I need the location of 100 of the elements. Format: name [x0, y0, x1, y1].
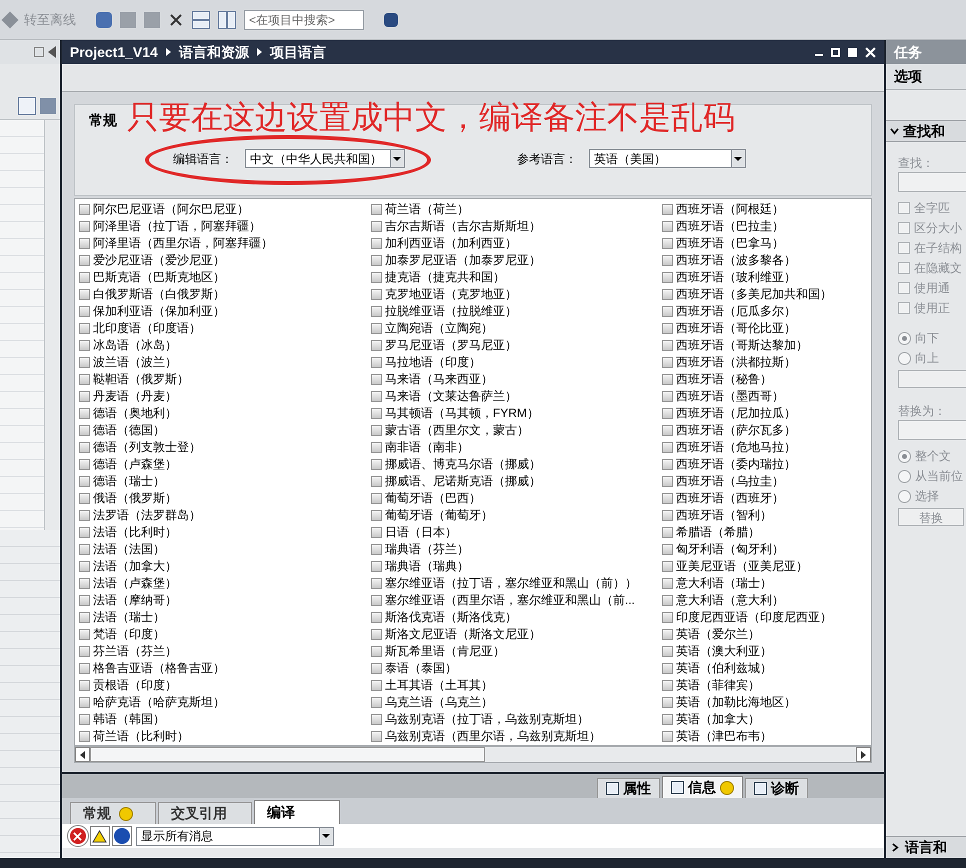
checkbox[interactable]: [370, 578, 382, 589]
checkbox[interactable]: [370, 510, 382, 521]
checkbox[interactable]: [78, 578, 90, 589]
find-button[interactable]: [898, 370, 966, 388]
checkbox[interactable]: [78, 289, 90, 300]
checkbox[interactable]: [898, 222, 910, 234]
split-horizontal-icon[interactable]: [192, 10, 210, 28]
checkbox[interactable]: [662, 663, 673, 674]
checkbox[interactable]: [662, 646, 673, 657]
checkbox[interactable]: [370, 595, 382, 606]
checkbox[interactable]: [370, 663, 382, 674]
checkbox[interactable]: [662, 357, 673, 368]
checkbox[interactable]: [662, 510, 673, 521]
checkbox[interactable]: [78, 493, 90, 504]
checkbox[interactable]: [78, 323, 90, 334]
checkbox[interactable]: [370, 289, 382, 300]
radio-button[interactable]: [898, 470, 912, 482]
checkbox[interactable]: [78, 204, 90, 215]
search-field[interactable]: <在项目中搜索>: [244, 10, 364, 30]
scroll-left-icon[interactable]: [74, 747, 90, 762]
checkbox[interactable]: [898, 282, 910, 294]
checkbox[interactable]: [662, 340, 673, 351]
checkbox[interactable]: [370, 544, 382, 555]
scroll-thumb[interactable]: [90, 747, 485, 762]
horizontal-scrollbar[interactable]: [74, 746, 872, 763]
checkbox[interactable]: [662, 374, 673, 385]
checkbox[interactable]: [662, 323, 673, 334]
checkbox[interactable]: [370, 629, 382, 640]
replace-field[interactable]: [898, 420, 966, 440]
checkbox[interactable]: [662, 544, 673, 555]
checkbox[interactable]: [78, 459, 90, 470]
checkbox[interactable]: [662, 595, 673, 606]
checkbox[interactable]: [662, 408, 673, 419]
checkbox[interactable]: [370, 527, 382, 538]
checkbox[interactable]: [78, 646, 90, 657]
checkbox[interactable]: [662, 578, 673, 589]
checkbox[interactable]: [662, 612, 673, 623]
checkbox[interactable]: [78, 510, 90, 521]
breadcrumb-item[interactable]: Project1_V14: [70, 42, 158, 62]
checkbox[interactable]: [662, 493, 673, 504]
checkbox[interactable]: [370, 255, 382, 266]
checkbox[interactable]: [78, 340, 90, 351]
checkbox[interactable]: [662, 238, 673, 249]
close-icon[interactable]: [168, 12, 184, 28]
radio-button[interactable]: [898, 332, 912, 344]
checkbox[interactable]: [78, 595, 90, 606]
minimize-icon[interactable]: [815, 54, 824, 56]
checkbox[interactable]: [78, 731, 90, 742]
inspector-tab[interactable]: 信息: [662, 776, 744, 798]
checkbox[interactable]: [78, 714, 90, 725]
inspector-tab[interactable]: 诊断: [745, 778, 808, 798]
checkbox[interactable]: [78, 612, 90, 623]
checkbox[interactable]: [370, 238, 382, 249]
checkbox[interactable]: [662, 272, 673, 283]
checkbox[interactable]: [898, 202, 910, 214]
checkbox[interactable]: [78, 357, 90, 368]
breadcrumb-item[interactable]: 语言和资源: [178, 42, 249, 62]
checkbox[interactable]: [662, 289, 673, 300]
checkbox[interactable]: [370, 476, 382, 487]
close-icon[interactable]: [865, 46, 876, 58]
checkbox[interactable]: [662, 561, 673, 572]
checkbox[interactable]: [662, 204, 673, 215]
vertical-scrollbar[interactable]: [44, 120, 60, 530]
chevron-down-icon[interactable]: [890, 128, 900, 134]
radio-button[interactable]: [898, 490, 912, 502]
checkbox[interactable]: [662, 697, 673, 708]
checkbox[interactable]: [370, 391, 382, 402]
checkbox[interactable]: [370, 459, 382, 470]
checkbox[interactable]: [78, 425, 90, 436]
checkbox[interactable]: [78, 476, 90, 487]
checkbox[interactable]: [78, 408, 90, 419]
error-icon[interactable]: [68, 826, 88, 846]
checkbox[interactable]: [662, 306, 673, 317]
maximize-icon[interactable]: [831, 48, 840, 56]
checkbox[interactable]: [370, 204, 382, 215]
checkbox[interactable]: [370, 323, 382, 334]
checkbox[interactable]: [370, 697, 382, 708]
checkbox[interactable]: [78, 680, 90, 691]
split-vertical-icon[interactable]: [218, 10, 236, 28]
checkbox[interactable]: [662, 629, 673, 640]
checkbox[interactable]: [78, 255, 90, 266]
chevron-right-icon[interactable]: [892, 843, 900, 852]
checkbox[interactable]: [78, 527, 90, 538]
checkbox[interactable]: [662, 714, 673, 725]
checkbox[interactable]: [662, 459, 673, 470]
checkbox[interactable]: [370, 221, 382, 232]
checkbox[interactable]: [370, 306, 382, 317]
checkbox[interactable]: [370, 646, 382, 657]
checkbox[interactable]: [898, 262, 910, 274]
warning-icon[interactable]: [90, 826, 110, 846]
checkbox[interactable]: [78, 238, 90, 249]
checkbox[interactable]: [78, 221, 90, 232]
checkbox[interactable]: [662, 527, 673, 538]
checkbox[interactable]: [370, 408, 382, 419]
checkbox[interactable]: [370, 425, 382, 436]
checkbox[interactable]: [78, 391, 90, 402]
checkbox[interactable]: [662, 680, 673, 691]
checkbox[interactable]: [898, 302, 910, 314]
find-field[interactable]: [898, 172, 966, 192]
checkbox[interactable]: [78, 374, 90, 385]
